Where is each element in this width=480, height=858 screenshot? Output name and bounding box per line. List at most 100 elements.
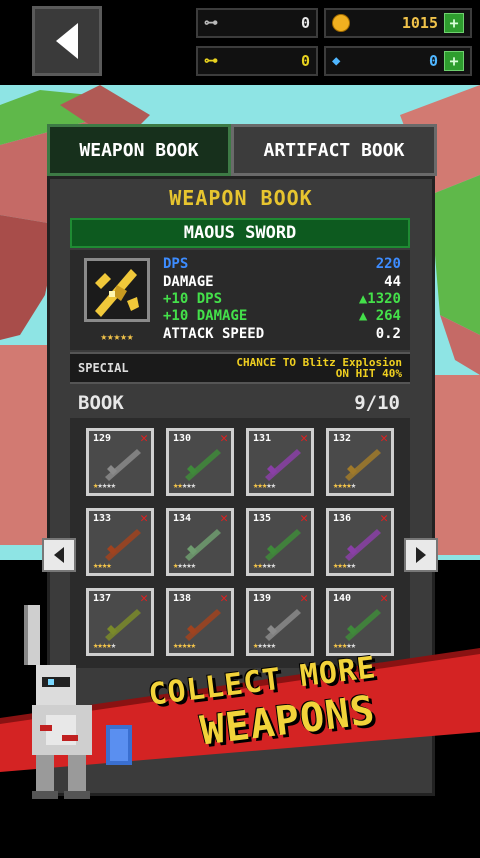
add-gems-button[interactable]: + — [444, 51, 464, 71]
weapon-card[interactable]: 132 ✕ ★★★★★ — [326, 428, 394, 496]
gold-value: 1015 — [401, 14, 438, 32]
stat-attack-speed-value: 0.2 — [375, 326, 401, 342]
card-stars-filled: ★★★ — [333, 561, 347, 571]
card-stars-empty: ★★★★ — [177, 561, 196, 571]
weapon-card[interactable]: 131 ✕ ★★★★★ — [246, 428, 314, 496]
locked-x-icon: ✕ — [300, 511, 308, 526]
golden-sword-icon — [95, 269, 139, 317]
special-ability: SPECIAL CHANCE TO Blitz Explosion ON HIT… — [70, 352, 410, 384]
locked-x-icon: ✕ — [220, 431, 228, 446]
card-stars-filled: ★★ — [253, 561, 263, 571]
card-stars-empty: ★ — [350, 481, 357, 491]
locked-x-icon: ✕ — [300, 431, 308, 446]
stat-dps: DPS 220 — [163, 256, 401, 273]
card-stars-filled: ★★★★ — [333, 481, 352, 491]
gold-key-value: 0 — [300, 52, 310, 70]
stat-damage-value: 44 — [384, 274, 401, 290]
chevron-right-icon — [416, 547, 426, 563]
stat-attack-speed-label: ATTACK SPEED — [163, 326, 265, 342]
card-stars: ★★★★★ — [173, 561, 196, 571]
card-stars: ★★★★ — [93, 561, 112, 571]
book-label: BOOK — [78, 392, 124, 414]
card-stars-empty: ★★ — [346, 561, 356, 571]
card-stars-empty: ★★★ — [261, 561, 276, 571]
weapon-card[interactable]: 136 ✕ ★★★★★ — [326, 508, 394, 576]
card-stars: ★★★★★ — [253, 481, 276, 491]
card-number: 136 — [333, 513, 352, 524]
weapon-card[interactable]: 129 ✕ ★★★★★ — [86, 428, 154, 496]
stat-attack-speed: ATTACK SPEED 0.2 — [163, 326, 401, 343]
locked-x-icon: ✕ — [140, 431, 148, 446]
weapon-rarity-stars: ★★★★★ — [100, 330, 134, 343]
weapon-card[interactable]: 135 ✕ ★★★★★ — [246, 508, 314, 576]
silver-key-icon: ⊶ — [204, 15, 218, 31]
stat-plus-damage-value: ▲ 264 — [358, 308, 401, 324]
tab-weapon-book[interactable]: WEAPON BOOK — [47, 124, 231, 176]
card-stars-filled: ★★ — [173, 481, 183, 491]
card-number: 135 — [253, 513, 272, 524]
card-number: 133 — [93, 513, 112, 524]
gem-counter: ◆ 0 + — [324, 46, 472, 76]
stat-damage-label: DAMAGE — [163, 274, 214, 290]
back-arrow-icon — [56, 23, 78, 59]
card-number: 140 — [333, 593, 352, 604]
silver-key-value: 0 — [300, 14, 310, 32]
card-stars: ★★★★★ — [333, 481, 357, 491]
card-stars-empty: ★★★★ — [97, 481, 116, 491]
special-description: CHANCE TO Blitz Explosion ON HIT 40% — [166, 357, 402, 379]
gold-key-icon: ⊶ — [204, 53, 218, 69]
card-stars-empty: ★★★ — [181, 481, 196, 491]
stat-dps-label: DPS — [163, 256, 189, 272]
next-page-button[interactable] — [404, 538, 438, 572]
card-stars-empty: ★★ — [266, 481, 276, 491]
sword-silhouette-icon — [345, 529, 381, 561]
card-stars: ★★★★★ — [173, 481, 196, 491]
gold-counter: 1015 + — [324, 8, 472, 38]
weapon-name: MAOUS SWORD — [70, 218, 410, 248]
card-number: 131 — [253, 433, 272, 444]
locked-x-icon: ✕ — [380, 431, 388, 446]
stat-plus-dps-label: +10 DPS — [163, 291, 223, 307]
weapon-card[interactable]: 130 ✕ ★★★★★ — [166, 428, 234, 496]
knight-character — [24, 605, 132, 799]
sword-silhouette-icon — [265, 449, 301, 481]
chevron-left-icon — [54, 547, 64, 563]
card-number: 130 — [173, 433, 192, 444]
card-stars-filled: ★★★ — [253, 481, 267, 491]
stat-plus-dps-value: ▲1320 — [358, 291, 401, 307]
book-header: BOOK 9/10 — [78, 392, 400, 414]
sword-silhouette-icon — [105, 529, 141, 561]
locked-x-icon: ✕ — [220, 591, 228, 606]
stat-plus-dps: +10 DPS ▲1320 — [163, 291, 401, 308]
coin-icon — [332, 14, 350, 32]
sword-silhouette-icon — [185, 449, 221, 481]
sword-silhouette-icon — [265, 529, 301, 561]
stat-plus-damage-label: +10 DAMAGE — [163, 308, 248, 324]
silver-key-counter: ⊶ 0 — [196, 8, 318, 38]
special-label: SPECIAL — [78, 361, 129, 375]
card-number: 137 — [93, 593, 112, 604]
stat-damage: DAMAGE 44 — [163, 274, 401, 291]
add-gold-button[interactable]: + — [444, 13, 464, 33]
prev-page-button[interactable] — [42, 538, 76, 572]
diamond-icon: ◆ — [332, 53, 341, 69]
book-page-count: 9/10 — [354, 392, 400, 414]
card-number: 138 — [173, 593, 192, 604]
card-number: 139 — [253, 593, 272, 604]
card-stars: ★★★★★ — [333, 561, 356, 571]
special-text-line2: ON HIT 40% — [335, 367, 402, 380]
card-number: 132 — [333, 433, 352, 444]
gem-value: 0 — [428, 52, 438, 70]
card-stars: ★★★★★ — [253, 561, 276, 571]
sword-silhouette-icon — [185, 529, 221, 561]
locked-x-icon: ✕ — [140, 591, 148, 606]
locked-x-icon: ✕ — [300, 591, 308, 606]
card-number: 134 — [173, 513, 192, 524]
back-button[interactable] — [32, 6, 102, 76]
stat-dps-value: 220 — [375, 256, 401, 272]
weapon-card[interactable]: 133 ✕ ★★★★ — [86, 508, 154, 576]
card-stars-filled: ★★★★ — [93, 561, 112, 571]
tab-artifact-book[interactable]: ARTIFACT BOOK — [231, 124, 437, 176]
locked-x-icon: ✕ — [380, 511, 388, 526]
weapon-card[interactable]: 134 ✕ ★★★★★ — [166, 508, 234, 576]
